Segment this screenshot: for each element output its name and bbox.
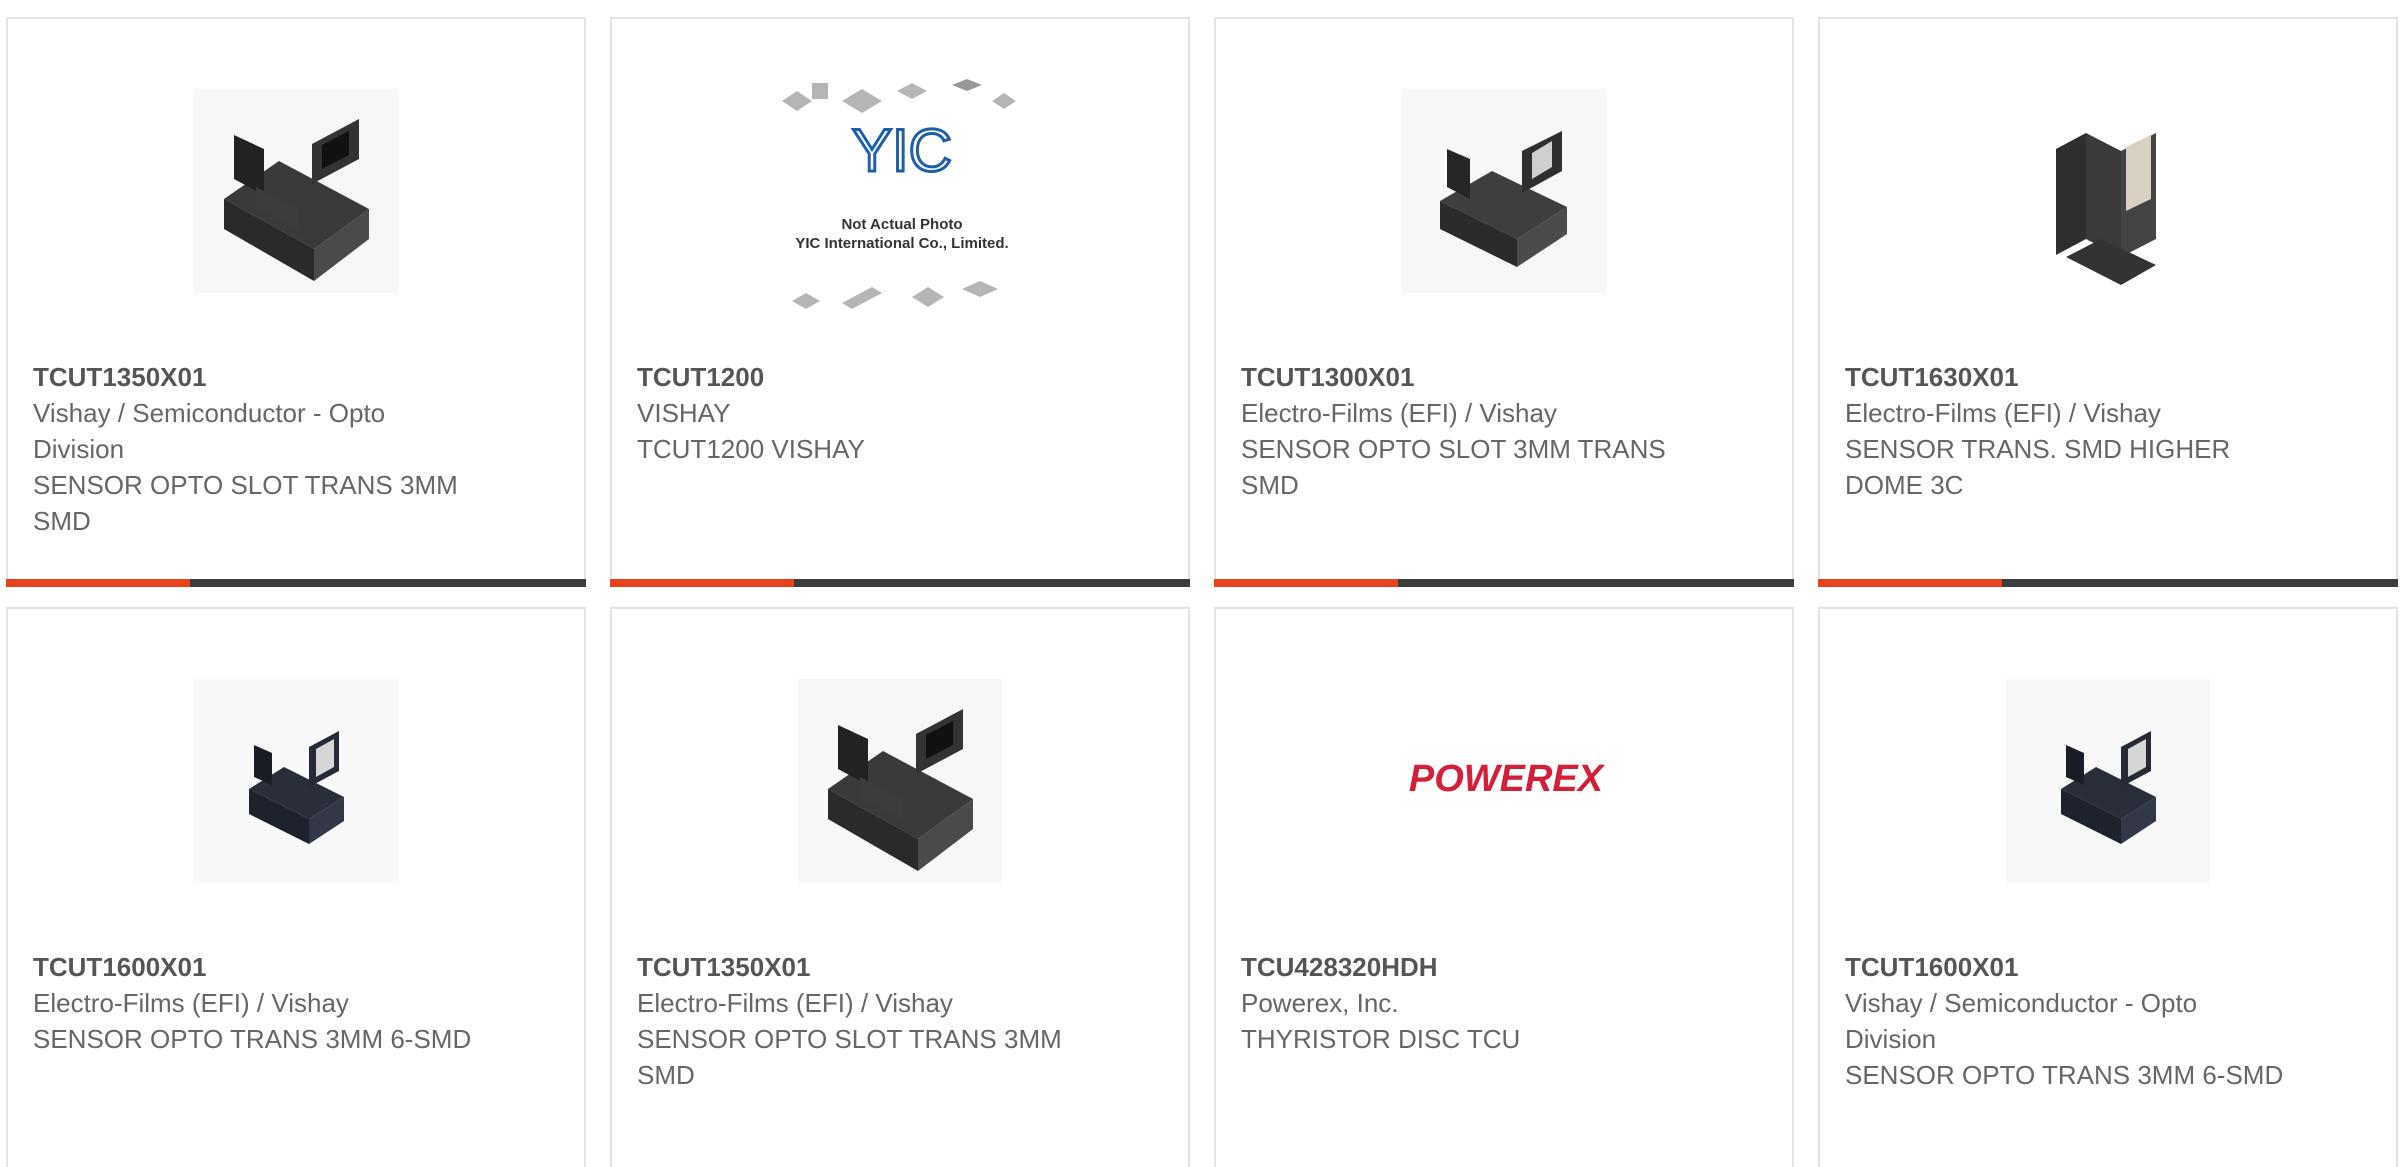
product-card[interactable]: TCUT1350X01 Vishay / Semiconductor - Opt… (6, 17, 586, 587)
description: TCUT1200 VISHAY (637, 434, 865, 464)
description: SENSOR OPTO TRANS 3MM 6-SMD (33, 1024, 472, 1054)
part-number[interactable]: TCUT1600X01 (1845, 949, 2285, 985)
product-card[interactable]: TCUT1350X01 Electro-Films (EFI) / Vishay… (610, 607, 1190, 1167)
product-image[interactable] (798, 679, 1002, 883)
product-image[interactable] (2006, 679, 2210, 883)
slot-sensor-image (1402, 89, 1606, 293)
part-number[interactable]: TCUT1300X01 (1241, 359, 1681, 395)
part-number[interactable]: TCUT1350X01 (33, 359, 473, 395)
product-image[interactable] (2006, 89, 2210, 293)
product-card[interactable]: TCUT1300X01 Electro-Films (EFI) / Vishay… (1214, 17, 1794, 587)
product-card[interactable]: POWEREX TCU428320HDH Powerex, Inc. THYRI… (1214, 607, 1794, 1167)
product-image[interactable]: YIC Not Actual Photo YIC International C… (772, 79, 1032, 309)
part-number[interactable]: TCUT1200 (637, 359, 1077, 395)
manufacturer: Vishay / Semiconductor - Opto Division (1845, 988, 2198, 1054)
product-card[interactable]: TCUT1630X01 Electro-Films (EFI) / Vishay… (1818, 17, 2398, 587)
part-number[interactable]: TCUT1600X01 (33, 949, 473, 985)
manufacturer: Electro-Films (EFI) / Vishay (1845, 398, 2161, 428)
yic-logo-text: YIC (852, 117, 952, 184)
manufacturer: Powerex, Inc. (1241, 988, 1399, 1018)
svg-text:Not Actual Photo: Not Actual Photo (841, 216, 962, 233)
product-card[interactable]: TCUT1600X01 Vishay / Semiconductor - Opt… (1818, 607, 2398, 1167)
svg-text:YIC International Co., Limited: YIC International Co., Limited. (795, 235, 1008, 252)
description: SENSOR OPTO SLOT TRANS 3MM SMD (637, 1024, 1062, 1090)
manufacturer: VISHAY (637, 398, 731, 428)
part-number[interactable]: TCUT1630X01 (1845, 359, 2285, 395)
part-number[interactable]: TCUT1350X01 (637, 949, 1077, 985)
description: THYRISTOR DISC TCU (1241, 1024, 1521, 1054)
card-bottom-bar (6, 579, 586, 587)
manufacturer: Electro-Films (EFI) / Vishay (1241, 398, 1557, 428)
card-bottom-bar (1818, 579, 2398, 587)
card-bottom-bar (1214, 579, 1794, 587)
description: SENSOR OPTO SLOT TRANS 3MM SMD (33, 470, 458, 536)
product-image[interactable] (194, 89, 398, 293)
part-number[interactable]: TCU428320HDH (1241, 949, 1681, 985)
powerex-logo-text: POWEREX (1409, 758, 1606, 800)
powerex-logo-image: POWEREX (1409, 758, 1606, 800)
manufacturer: Electro-Films (EFI) / Vishay (637, 988, 953, 1018)
description: SENSOR OPTO TRANS 3MM 6-SMD (1845, 1060, 2284, 1090)
product-card[interactable]: TCUT1600X01 Electro-Films (EFI) / Vishay… (6, 607, 586, 1167)
manufacturer: Electro-Films (EFI) / Vishay (33, 988, 349, 1018)
manufacturer: Vishay / Semiconductor - Opto Division (33, 398, 386, 464)
product-image[interactable]: POWEREX (1376, 679, 1636, 883)
product-image[interactable] (1402, 89, 1606, 293)
slot-sensor-image (798, 679, 1002, 883)
slot-sensor-image (194, 89, 398, 293)
description: SENSOR TRANS. SMD HIGHER DOME 3C (1845, 434, 2231, 500)
description: SENSOR OPTO SLOT 3MM TRANS SMD (1241, 434, 1666, 500)
product-image[interactable] (194, 679, 398, 883)
slot-sensor-image (194, 679, 398, 883)
product-card[interactable]: YIC Not Actual Photo YIC International C… (610, 17, 1190, 587)
yic-placeholder-image: YIC Not Actual Photo YIC International C… (782, 79, 1016, 309)
card-bottom-bar (610, 579, 1190, 587)
slot-sensor-image (2006, 679, 2210, 883)
slot-sensor-image (2006, 89, 2210, 293)
